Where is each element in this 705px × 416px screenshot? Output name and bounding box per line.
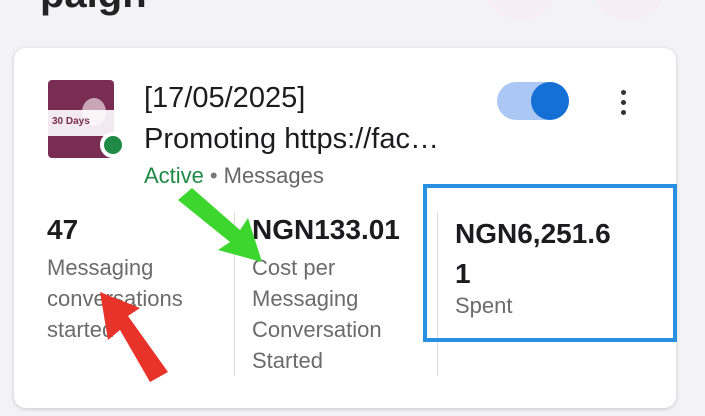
annotation-arrows (100, 188, 262, 382)
green-arrow (178, 188, 262, 262)
red-arrow (100, 292, 168, 382)
